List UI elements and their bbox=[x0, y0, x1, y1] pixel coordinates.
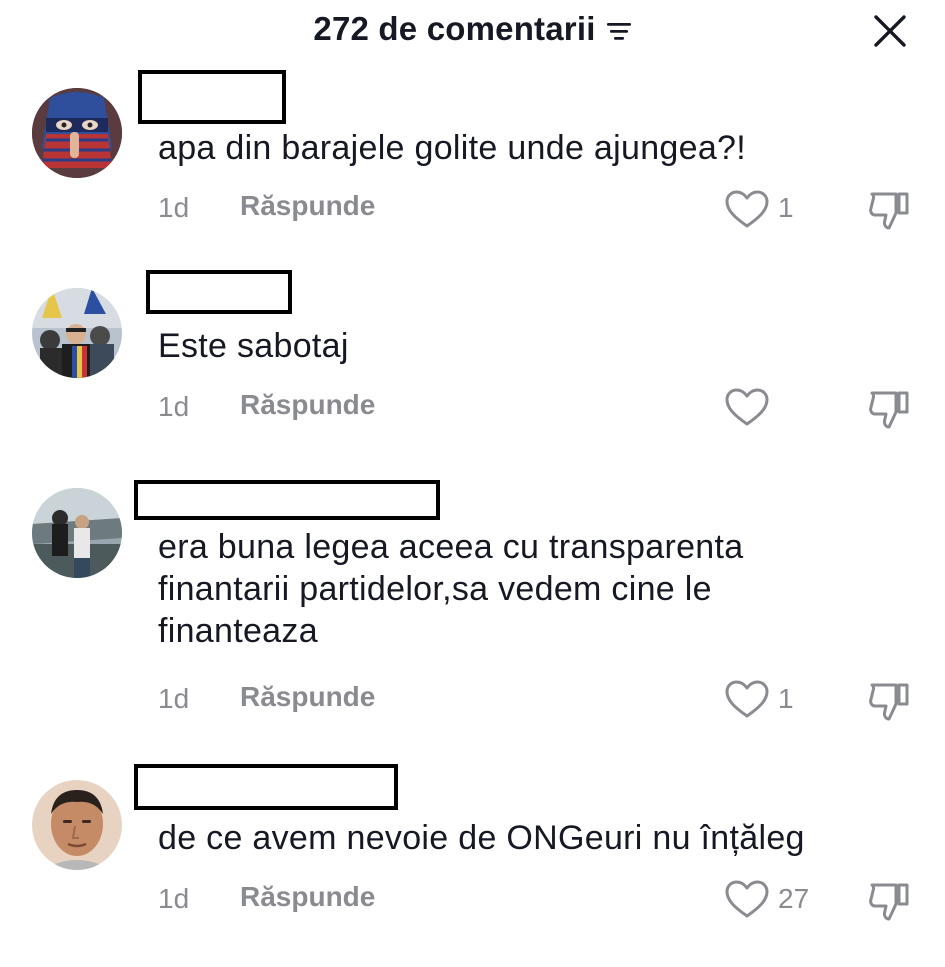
avatar[interactable] bbox=[32, 488, 122, 578]
avatar[interactable] bbox=[32, 88, 122, 178]
heart-icon[interactable] bbox=[724, 387, 770, 427]
thumbs-down-icon[interactable] bbox=[866, 385, 912, 431]
close-icon[interactable] bbox=[873, 14, 907, 48]
heart-icon[interactable] bbox=[724, 679, 770, 719]
username-redacted bbox=[138, 70, 286, 124]
comments-header: 272 de comentarii bbox=[0, 0, 945, 64]
comment-time: 1d bbox=[158, 192, 190, 223]
comment-text: apa din barajele golite unde ajungea?! bbox=[158, 129, 746, 167]
thumbs-down-icon[interactable] bbox=[866, 186, 912, 232]
comment-text: era buna legea aceea cu transparenta fin… bbox=[158, 528, 744, 650]
avatar[interactable] bbox=[32, 780, 122, 870]
comment-time: 1d bbox=[158, 883, 190, 914]
heart-icon[interactable] bbox=[724, 189, 770, 229]
reply-button[interactable]: Răspunde bbox=[240, 681, 375, 713]
comments-count-title: 272 de comentarii bbox=[313, 10, 596, 47]
reply-button[interactable]: Răspunde bbox=[240, 190, 375, 222]
comment-time: 1d bbox=[158, 391, 190, 422]
comment-time: 1d bbox=[158, 683, 190, 714]
thumbs-down-icon[interactable] bbox=[866, 677, 912, 723]
reply-button[interactable]: Răspunde bbox=[240, 389, 375, 421]
username-redacted bbox=[146, 270, 292, 314]
avatar[interactable] bbox=[32, 288, 122, 378]
like-count: 27 bbox=[778, 883, 810, 914]
comment-text: Este sabotaj bbox=[158, 327, 349, 365]
username-redacted bbox=[134, 764, 398, 810]
comment-text: de ce avem nevoie de ONGeuri nu înțăleg bbox=[158, 819, 805, 857]
reply-button[interactable]: Răspunde bbox=[240, 881, 375, 913]
header-title-group: 272 de comentarii bbox=[0, 10, 945, 48]
like-count: 1 bbox=[778, 192, 794, 223]
thumbs-down-icon[interactable] bbox=[866, 877, 912, 923]
heart-icon[interactable] bbox=[724, 879, 770, 919]
sort-icon[interactable] bbox=[606, 20, 632, 42]
username-redacted bbox=[134, 480, 440, 520]
like-count: 1 bbox=[778, 683, 794, 714]
